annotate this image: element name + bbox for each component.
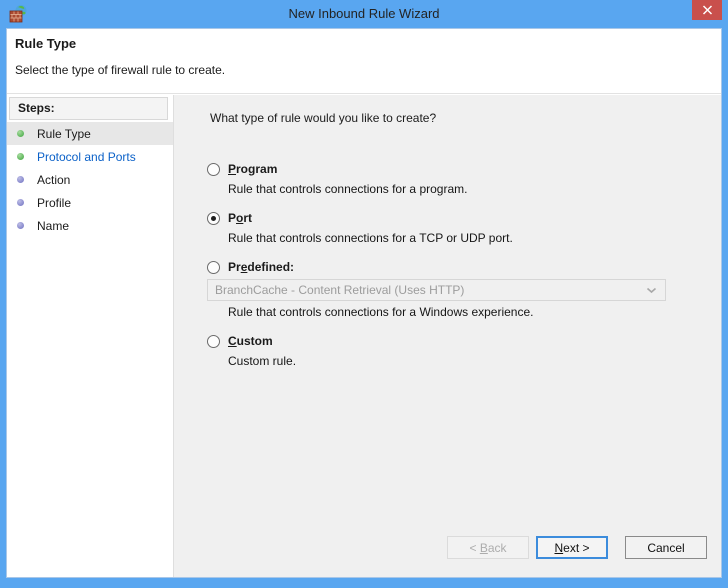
back-button[interactable]: < Back [447,536,529,559]
option-description: Custom rule. [228,354,721,369]
option-predefined: Predefined: BranchCache - Content Retrie… [207,260,721,320]
option-head: Port [207,211,721,225]
custom-label[interactable]: Custom [228,334,273,348]
close-icon [702,5,713,15]
port-radio[interactable] [207,212,220,225]
steps-heading: Steps: [9,97,168,120]
step-item-action: Action [7,168,173,191]
page-header: Rule Type Select the type of firewall ru… [7,29,721,94]
main-pane: What type of rule would you like to crea… [174,95,721,577]
option-head: Program [207,162,721,176]
option-description: Rule that controls connections for a pro… [228,182,721,197]
step-item-name: Name [7,214,173,237]
option-description: Rule that controls connections for a TCP… [228,231,721,246]
wizard-body: Steps: Rule Type Protocol and Ports Acti… [7,95,721,577]
button-label: Cancel [647,541,684,555]
step-label: Name [37,219,69,233]
titlebar: New Inbound Rule Wizard [0,0,728,28]
port-label[interactable]: Port [228,211,252,225]
option-head: Custom [207,334,721,348]
predefined-radio[interactable] [207,261,220,274]
program-radio[interactable] [207,163,220,176]
option-description: Rule that controls connections for a Win… [228,305,721,320]
window-title: New Inbound Rule Wizard [0,6,728,21]
page-subtitle: Select the type of firewall rule to crea… [15,63,225,77]
step-label: Rule Type [37,127,91,141]
step-label: Protocol and Ports [37,150,136,164]
rule-options: Program Rule that controls connections f… [207,162,721,369]
step-bullet-icon [17,130,24,137]
cancel-button[interactable]: Cancel [625,536,707,559]
next-button[interactable]: Next > [536,536,608,559]
option-port: Port Rule that controls connections for … [207,211,721,246]
page-title: Rule Type [15,36,76,51]
wizard-frame: Rule Type Select the type of firewall ru… [6,28,722,578]
button-label: Next > [554,541,589,555]
radio-dot-icon [211,216,216,221]
step-bullet-icon [17,153,24,160]
predefined-select[interactable]: BranchCache - Content Retrieval (Uses HT… [207,279,666,301]
option-custom: Custom Custom rule. [207,334,721,369]
step-label: Action [37,173,70,187]
step-item-protocol-and-ports[interactable]: Protocol and Ports [7,145,173,168]
step-bullet-icon [17,176,24,183]
predefined-label[interactable]: Predefined: [228,260,294,274]
chevron-down-icon [646,287,657,294]
step-bullet-icon [17,199,24,206]
predefined-select-value: BranchCache - Content Retrieval (Uses HT… [215,283,646,297]
wizard-window: New Inbound Rule Wizard Rule Type Select… [0,0,728,588]
custom-radio[interactable] [207,335,220,348]
steps-sidebar: Steps: Rule Type Protocol and Ports Acti… [7,95,174,577]
close-button[interactable] [692,0,722,20]
step-item-profile: Profile [7,191,173,214]
option-head: Predefined: [207,260,721,274]
button-label: < Back [469,541,506,555]
option-program: Program Rule that controls connections f… [207,162,721,197]
step-bullet-icon [17,222,24,229]
question-text: What type of rule would you like to crea… [210,111,721,125]
steps-list: Rule Type Protocol and Ports Action Prof… [7,122,173,237]
wizard-footer: < Back Next > Cancel [447,536,707,559]
step-item-rule-type: Rule Type [7,122,173,145]
program-label[interactable]: Program [228,162,277,176]
step-label: Profile [37,196,71,210]
